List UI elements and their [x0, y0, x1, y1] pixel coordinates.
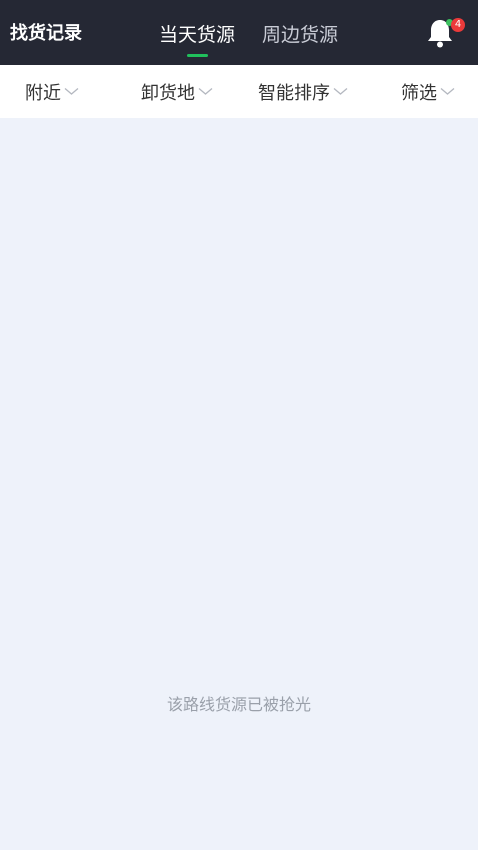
- active-tab-indicator: [187, 54, 208, 57]
- filter-screen[interactable]: 筛选: [401, 65, 455, 118]
- tab-nearby-cargo[interactable]: 周边货源: [262, 22, 338, 48]
- filter-nearby[interactable]: 附近: [25, 65, 79, 118]
- filter-smart-sort[interactable]: 智能排序: [258, 65, 348, 118]
- notification-badge: 4: [451, 18, 465, 32]
- top-nav-bar: 找货记录 当天货源 周边货源 4: [0, 0, 478, 65]
- filter-screen-label: 筛选: [401, 82, 437, 104]
- chevron-down-icon: [198, 88, 213, 95]
- filter-smart-sort-label: 智能排序: [258, 82, 330, 104]
- chevron-down-icon: [333, 88, 348, 95]
- chevron-down-icon: [64, 88, 79, 95]
- empty-state-message: 该路线货源已被抢光: [166, 695, 311, 714]
- chevron-down-icon: [440, 88, 455, 95]
- filter-unload-location-label: 卸货地: [141, 82, 195, 104]
- filter-unload-location[interactable]: 卸货地: [141, 65, 213, 118]
- search-history-link[interactable]: 找货记录: [10, 22, 82, 46]
- filter-bar: 附近 卸货地 智能排序 筛选: [0, 65, 478, 118]
- filter-nearby-label: 附近: [25, 82, 61, 104]
- tab-today-cargo[interactable]: 当天货源: [159, 22, 235, 48]
